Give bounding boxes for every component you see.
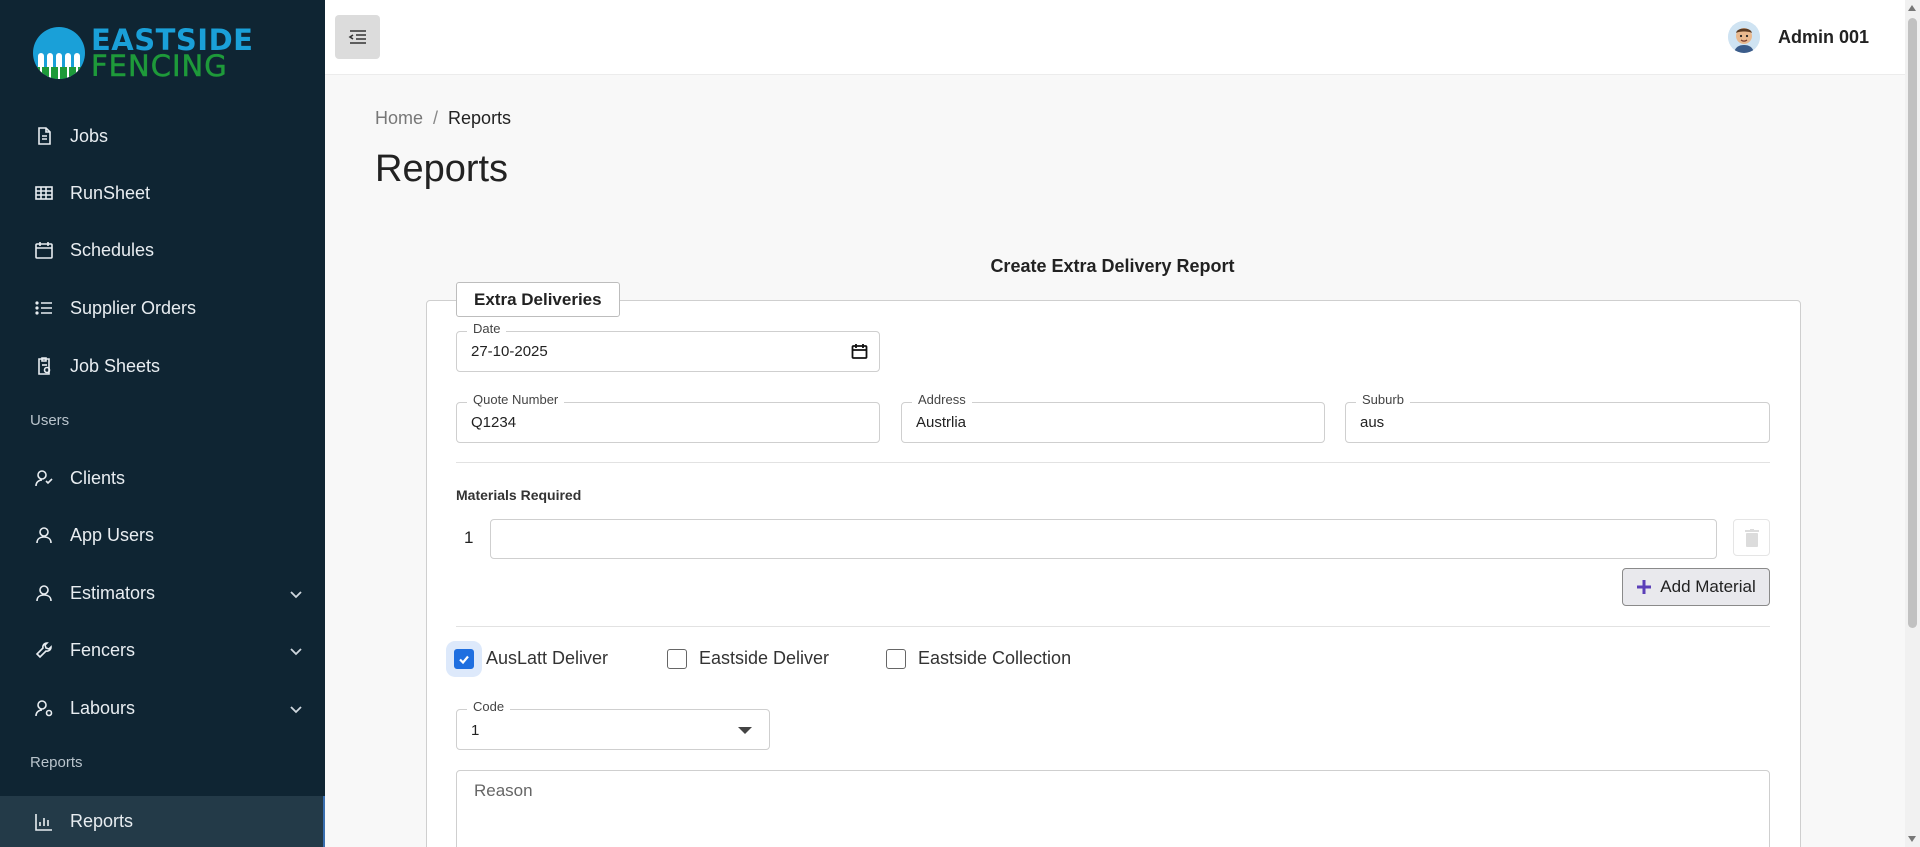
sidebar-item-schedules[interactable]: Schedules [0,226,325,274]
sidebar-item-job-sheets[interactable]: Job Sheets [0,342,325,390]
chevron-down-icon[interactable] [289,585,303,599]
checkbox-unchecked-icon[interactable] [886,648,906,669]
scroll-up-icon[interactable] [1908,5,1916,11]
sidebar-item-fencers[interactable]: Fencers [0,626,325,674]
checkbox-eastside-collection[interactable]: Eastside Collection [886,648,1071,669]
sidebar-item-label: Fencers [70,639,136,660]
date-input[interactable] [457,332,879,371]
quote-number-field[interactable]: Quote Number [456,392,880,443]
sidebar-item-label: Estimators [70,582,156,603]
sidebar-item-label: Jobs [70,125,109,146]
sidebar-item-clients[interactable]: Clients [0,454,325,502]
sidebar-item-label: Supplier Orders [70,297,197,318]
address-field[interactable]: Address [901,392,1325,443]
fieldset-legend: Extra Deliveries [456,282,620,317]
plus-icon [1636,579,1652,595]
material-input-field[interactable] [490,519,1717,559]
sidebar-item-labours[interactable]: Labours [0,684,325,732]
sidebar-item-label: Clients [70,467,126,488]
reason-field[interactable] [456,770,1770,847]
user-menu[interactable]: Admin 001 [1727,21,1869,53]
calendar-icon[interactable] [851,343,868,360]
chevron-down-icon[interactable] [289,642,303,656]
breadcrumb-separator: / [433,108,439,128]
list-icon [34,298,54,318]
scrollbar[interactable] [1905,0,1920,847]
breadcrumb: Home / Reports [375,108,511,129]
suburb-input[interactable] [1346,403,1769,442]
users-icon [34,468,54,488]
code-label: Code [467,699,511,714]
top-bar: Admin 001 [325,0,1905,75]
wrench-icon [34,640,54,660]
clipboard-icon [34,356,54,376]
code-select[interactable]: Code 1 [456,699,770,750]
add-material-button[interactable]: Add Material [1622,568,1770,606]
divider [456,626,1770,627]
suburb-field[interactable]: Suburb [1345,392,1770,443]
sidebar-item-label: Schedules [70,239,155,260]
material-index: 1 [464,528,474,547]
checkbox-label: AusLatt Deliver [486,648,609,668]
sidebar-item-jobs[interactable]: Jobs [0,112,325,160]
table-icon [34,183,54,203]
scrollbar-thumb[interactable] [1908,18,1917,628]
sidebar-item-supplier-orders[interactable]: Supplier Orders [0,284,325,332]
indent-icon [348,30,366,44]
file-icon [34,126,54,146]
avatar[interactable] [1727,21,1760,53]
checkbox-auslatt-deliver[interactable]: AusLatt Deliver [454,648,608,669]
sidebar: EASTSIDE FENCING Jobs RunSheet Schedules… [0,0,325,847]
sidebar-item-label: Job Sheets [70,355,161,376]
material-input[interactable] [491,520,1716,558]
quote-number-input[interactable] [457,403,879,442]
form-title: Create Extra Delivery Report [990,256,1235,276]
users-icon [34,698,54,718]
address-input[interactable] [902,403,1324,442]
sidebar-item-reports[interactable]: Reports [0,796,325,847]
breadcrumb-current: Reports [448,108,512,128]
page-title: Reports [375,148,509,190]
materials-required-label: Materials Required [456,487,582,503]
sidebar-item-label: Labours [70,697,136,718]
calendar-icon [34,240,54,260]
sidebar-item-estimators[interactable]: Estimators [0,569,325,617]
trash-icon [1744,528,1759,547]
sidebar-item-label: App Users [70,524,155,545]
divider [456,462,1770,463]
user-name[interactable]: Admin 001 [1778,27,1869,48]
sidebar-toggle-button[interactable] [335,15,380,59]
checkbox-unchecked-icon[interactable] [667,648,687,669]
code-value[interactable]: 1 [471,722,479,739]
breadcrumb-home[interactable]: Home [375,108,423,129]
sidebar-item-label: RunSheet [70,182,151,203]
chart-icon [34,812,54,832]
section-users: Users [30,412,70,429]
reason-textarea[interactable] [457,771,1769,847]
section-reports: Reports [30,754,83,771]
checkbox-label: Eastside Collection [918,648,1072,668]
chevron-down-icon[interactable] [289,700,303,714]
extra-deliveries-fieldset [426,300,1801,847]
brand-logo[interactable]: EASTSIDE FENCING [33,26,253,81]
checkbox-checked-icon[interactable] [454,648,474,669]
sidebar-item-app-users[interactable]: App Users [0,511,325,559]
checkbox-label: Eastside Deliver [699,648,830,668]
delete-material-button[interactable] [1733,519,1770,556]
checkbox-eastside-deliver[interactable]: Eastside Deliver [667,648,829,669]
caret-down-icon[interactable] [738,727,752,734]
fence-logo-icon [33,27,85,79]
user-icon [34,583,54,603]
scroll-down-icon[interactable] [1908,836,1916,842]
add-material-label: Add Material [1660,577,1756,596]
user-icon [34,525,54,545]
sidebar-item-label: Reports [70,811,134,831]
date-field[interactable]: Date [456,321,880,372]
sidebar-item-runsheet[interactable]: RunSheet [0,169,325,217]
